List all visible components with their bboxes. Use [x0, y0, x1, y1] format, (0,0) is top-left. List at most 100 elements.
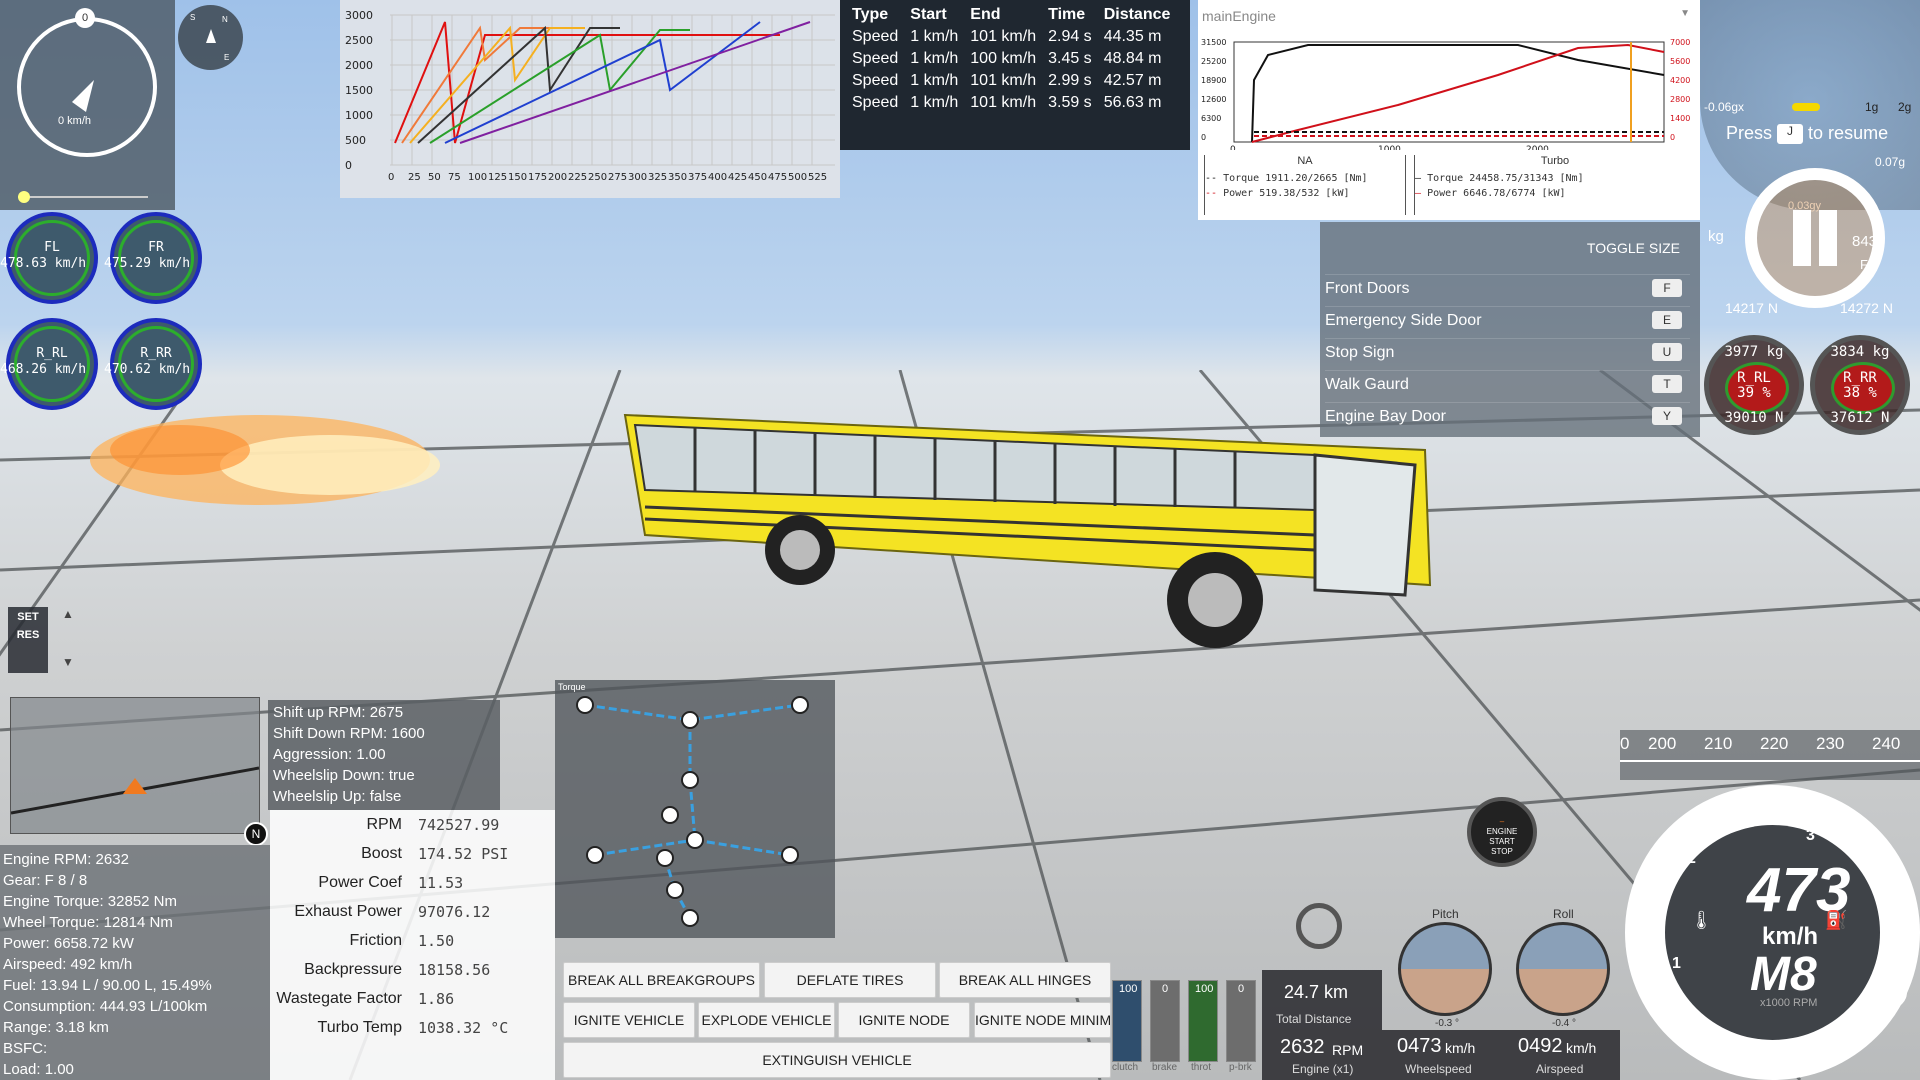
top-wheel-n-right: 14272 N — [1840, 300, 1893, 316]
wheel-pct: 39 % — [1737, 385, 1771, 401]
pedal-label: throt — [1191, 1062, 1212, 1073]
parking-icon: P — [1873, 975, 1907, 1009]
cruise-up-icon[interactable]: ▲ — [62, 607, 74, 621]
stat-line: Load: 1.00 — [3, 1061, 74, 1078]
extinguish-vehicle-button[interactable]: EXTINGUISH VEHICLE — [563, 1042, 1111, 1078]
deflate-tires-button[interactable]: DEFLATE TIRES — [764, 962, 936, 998]
cruise-control: SET RES — [8, 607, 48, 673]
turbo-label: Turbo Temp — [317, 1019, 402, 1036]
engine-graph-panel: mainEngine ▼ 31500 25200 18900 12600 6300 0 7… — [1198, 0, 1700, 220]
toggle-size-button[interactable]: TOGGLE SIZE — [1587, 240, 1680, 256]
turbo-row: Boost 174.52 PSI — [270, 845, 555, 873]
engine-start-stop-button[interactable]: – ENGINE START STOP — [1467, 797, 1537, 867]
turn-right-icon: ⇨ — [1805, 1035, 1824, 1060]
key-badge: U — [1652, 343, 1682, 361]
pedal-value: 0 — [1238, 983, 1245, 995]
resume-press: Press — [1726, 123, 1773, 143]
wheel-kg: 3977 kg — [1724, 344, 1784, 360]
y-tick: 2500 — [345, 34, 373, 47]
engine-select[interactable]: mainEngine — [1202, 8, 1276, 24]
stat-line: Power: 6658.72 kW — [3, 935, 134, 952]
speedo-dial — [17, 17, 157, 157]
cruise-set-button[interactable]: SET — [8, 611, 48, 623]
pause-bar-icon — [1819, 210, 1837, 266]
x-tick: 200 — [548, 172, 567, 183]
speedo-label: 0 km/h — [58, 115, 92, 127]
turbo-row: Backpressure 18158.56 — [270, 961, 555, 989]
x-tick: 475 — [768, 172, 787, 183]
cell: 1 km/h — [910, 72, 959, 89]
turbo-value: 1.86 — [418, 990, 455, 1008]
wheelspeed-label: Wheelspeed — [1405, 1062, 1472, 1076]
pitch-label: Pitch — [1432, 907, 1459, 921]
key-badge: T — [1652, 375, 1682, 393]
turbo-title: Turbo — [1540, 155, 1570, 167]
ignite-node-min-button[interactable]: IGNITE NODE MINIM — [974, 1002, 1111, 1038]
cell: Speed — [852, 72, 899, 89]
pitch-gauge — [1398, 922, 1492, 1016]
turbo-row: Power Coef 11.53 — [270, 874, 555, 902]
x-tick: 250 — [588, 172, 607, 183]
y-left-tick: 25200 — [1201, 57, 1226, 66]
toggle-label: Stop Sign — [1325, 344, 1395, 361]
col-start: Start — [910, 6, 947, 23]
ai-line: Wheelslip Down: true — [273, 767, 415, 784]
y-tick: 1000 — [345, 109, 373, 122]
col-end: End — [970, 6, 1001, 23]
wheelspeed-unit: km/h — [1445, 1040, 1476, 1056]
toggle-panel: TOGGLE SIZE Front Doors F Emergency Side … — [1320, 222, 1700, 437]
shift-chart: 3000 2500 2000 1500 1000 500 0 0 25 50 75 100 125 15… — [340, 0, 840, 198]
x-tick: 375 — [688, 172, 707, 183]
pedal-label: brake — [1152, 1062, 1178, 1073]
ignite-vehicle-button[interactable]: IGNITE VEHICLE — [563, 1002, 695, 1038]
turbo-power: Power 6646.78/6774 [kW] — [1427, 188, 1566, 199]
toggle-engine-bay-door[interactable]: Engine Bay Door Y — [1325, 402, 1690, 431]
y-left-tick: 6300 — [1201, 114, 1221, 123]
cell: 42.57 m — [1103, 72, 1162, 89]
compass-arrow-icon — [206, 29, 216, 43]
speedo-slider-handle[interactable] — [18, 191, 30, 203]
chevron-down-icon[interactable]: ▼ — [1680, 8, 1690, 19]
key-badge: Y — [1652, 407, 1682, 425]
airspeed-label: Airspeed — [1536, 1062, 1584, 1076]
cruise-res-button[interactable]: RES — [8, 629, 48, 641]
turbo-label: Backpressure — [304, 961, 402, 978]
fuel-icon: ⛽ — [1825, 910, 1848, 930]
tape-tick: 230 — [1816, 734, 1845, 753]
cruise-down-icon[interactable]: ▼ — [62, 655, 74, 669]
tape-tick: 200 — [1648, 734, 1677, 753]
x-tick: 175 — [528, 172, 547, 183]
wheel-newton: 39010 N — [1724, 410, 1784, 426]
cell: 1 km/h — [910, 50, 959, 67]
y-right-tick: 4200 — [1670, 76, 1690, 85]
wheelspeed-value: 0473 — [1397, 1035, 1442, 1057]
y-left-tick: 18900 — [1201, 76, 1226, 85]
break-all-breakgroups-button[interactable]: BREAK ALL BREAKGROUPS — [563, 962, 760, 998]
ignite-node-button[interactable]: IGNITE NODE — [838, 1002, 970, 1038]
gforce-lateral: -0.06gx — [1704, 100, 1745, 114]
torque-power-graph: 31500 25200 18900 12600 6300 0 7000 5600 4200 28… — [1201, 38, 1690, 150]
cell: 56.63 m — [1103, 94, 1162, 111]
x-tick: 400 — [708, 172, 727, 183]
pedal-value: 0 — [1162, 983, 1169, 995]
toggle-emergency-door[interactable]: Emergency Side Door E — [1325, 306, 1690, 335]
toggle-front-doors[interactable]: Front Doors F — [1325, 274, 1690, 303]
turbo-row: Turbo Temp 1038.32 °C — [270, 1019, 555, 1047]
pedal-label: clutch — [1112, 1062, 1139, 1073]
compass: N S E — [178, 5, 243, 70]
cell: 101 km/h — [970, 72, 1037, 89]
break-all-hinges-button[interactable]: BREAK ALL HINGES — [939, 962, 1111, 998]
toggle-walk-guard[interactable]: Walk Gaurd T — [1325, 370, 1690, 399]
gauge-tick: 2 — [1687, 850, 1696, 867]
mini-speedometer: 0 0 km/h — [0, 0, 175, 210]
explode-vehicle-button[interactable]: EXPLODE VEHICLE — [698, 1002, 835, 1038]
wheel-speed: 468.26 km/h — [0, 362, 87, 377]
speedo-slider-track[interactable] — [18, 196, 148, 198]
x-tick: 0 — [388, 172, 394, 183]
wheel-load-rr: 3834 kg R_RR 38 % 37612 N — [1810, 335, 1910, 435]
toggle-stop-sign[interactable]: Stop Sign U — [1325, 338, 1690, 367]
col-time: Time — [1048, 6, 1086, 23]
temp-icon: 🌡 — [1690, 910, 1713, 930]
turbo-legend: Turbo — Torque 24458.75/31343 [Nm] — Pow… — [1414, 155, 1695, 215]
stat-line: Engine RPM: 2632 — [3, 851, 129, 868]
